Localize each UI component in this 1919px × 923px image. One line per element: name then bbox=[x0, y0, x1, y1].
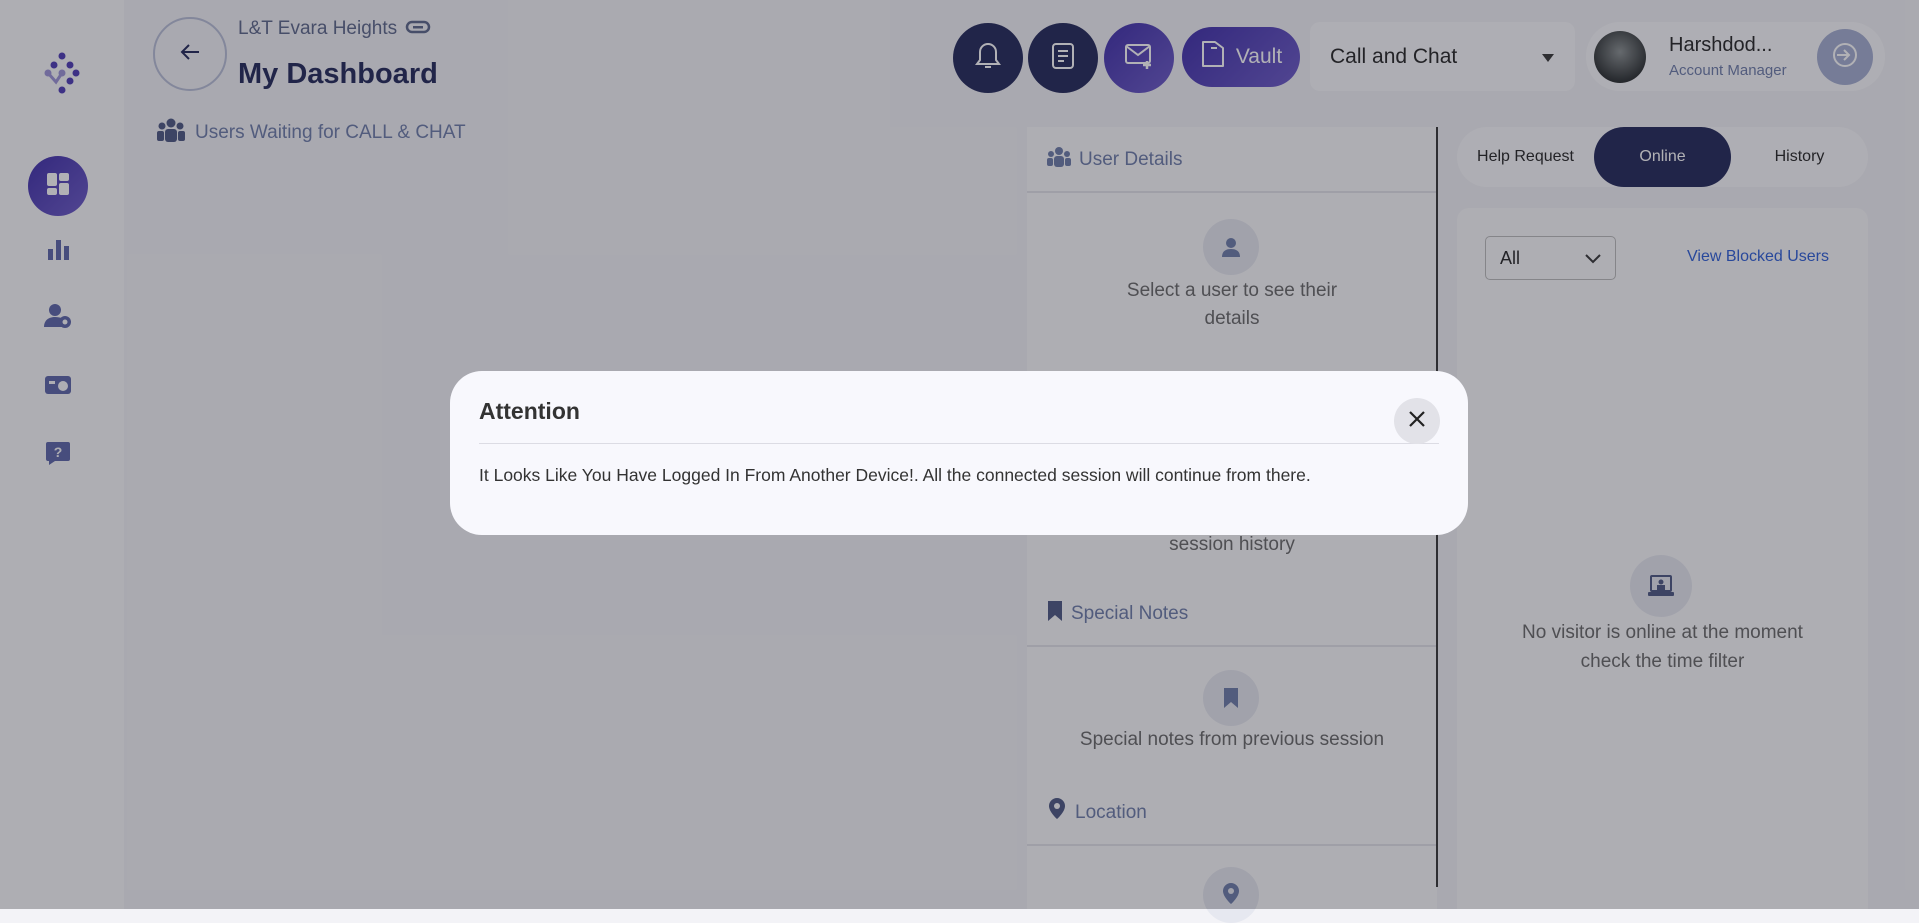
divider bbox=[479, 443, 1439, 444]
attention-modal: Attention It Looks Like You Have Logged … bbox=[450, 371, 1468, 535]
modal-title: Attention bbox=[479, 398, 580, 424]
close-button[interactable] bbox=[1394, 398, 1440, 444]
modal-message: It Looks Like You Have Logged In From An… bbox=[479, 465, 1311, 485]
close-icon bbox=[1408, 410, 1426, 433]
